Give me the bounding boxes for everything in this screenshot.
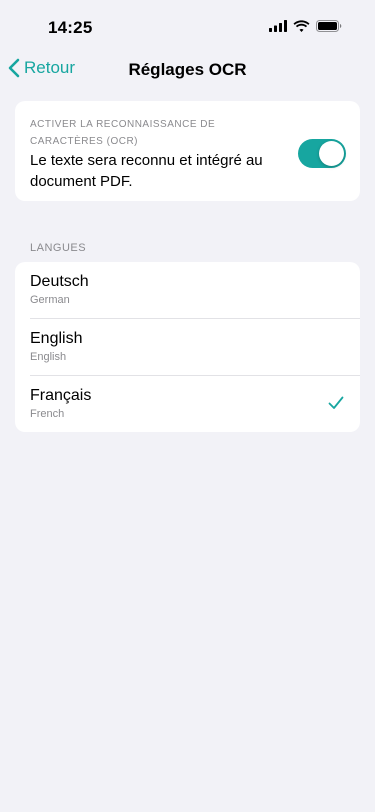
status-time: 14:25 [48, 18, 93, 37]
ocr-toggle-label: ACTIVER LA RECONNAISSANCE DE CARACTÈRES … [30, 119, 216, 147]
wifi-icon [293, 20, 310, 32]
languages-list: Deutsch German English English Français … [15, 262, 360, 432]
language-name: Deutsch [30, 273, 89, 290]
ocr-settings-card: ACTIVER LA RECONNAISSANCE DE CARACTÈRES … [15, 101, 360, 201]
language-subtitle: English [30, 351, 67, 363]
phone-screen: 14:25 Retour Réglages OCR ACTIVER LA REC… [0, 0, 375, 812]
ocr-toggle-switch[interactable] [298, 139, 346, 168]
language-name: Français [30, 387, 92, 404]
languages-section-header: LANGUES [30, 242, 87, 254]
battery-icon [316, 20, 342, 32]
status-icons [269, 20, 342, 32]
navigation-bar: Retour Réglages OCR [0, 50, 375, 90]
toggle-knob [319, 141, 344, 166]
signal-icon [269, 20, 287, 32]
checkmark-icon [328, 396, 344, 409]
language-row-francais[interactable]: Français French [15, 376, 360, 433]
status-bar: 14:25 [0, 0, 375, 50]
language-name: English [30, 330, 83, 347]
page-title: Réglages OCR [128, 60, 247, 79]
language-subtitle: French [30, 408, 65, 420]
language-subtitle: German [30, 294, 70, 306]
language-row-deutsch[interactable]: Deutsch German [15, 262, 360, 319]
ocr-description: Le texte sera reconnu et intégré au docu… [30, 152, 263, 190]
language-row-english[interactable]: English English [15, 319, 360, 376]
